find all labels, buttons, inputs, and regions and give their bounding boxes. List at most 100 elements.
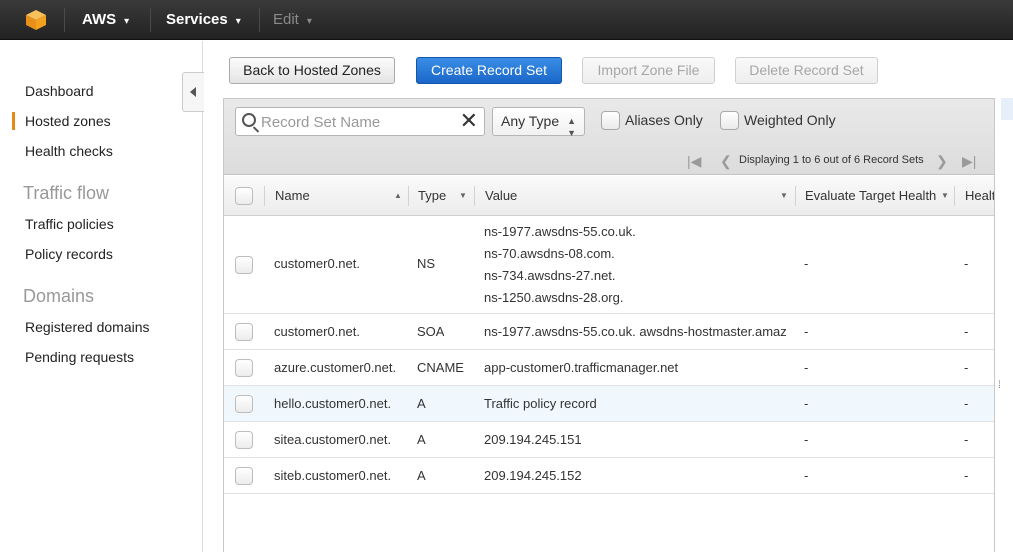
detail-panel-tab[interactable] — [1001, 98, 1013, 120]
record-name: siteb.customer0.net. — [274, 468, 392, 483]
record-name: azure.customer0.net. — [274, 360, 397, 375]
record-value: 209.194.245.151 — [484, 432, 582, 447]
column-divider — [795, 186, 796, 206]
search-input[interactable] — [261, 112, 451, 132]
table-row[interactable]: hello.customer0.net. A Traffic policy re… — [224, 386, 994, 422]
delete-record-set-button[interactable]: Delete Record Set — [735, 57, 878, 84]
health-check: - — [964, 256, 969, 271]
top-navigation-bar: AWS ▾ Services ▾ Edit ▾ — [0, 0, 1013, 40]
next-page-icon[interactable]: ❯ — [936, 152, 948, 170]
column-header-value[interactable]: Value — [485, 176, 517, 216]
select-all-checkbox[interactable] — [235, 187, 253, 205]
weighted-only-checkbox[interactable]: Weighted Only — [720, 111, 845, 133]
column-header-evaluate-target-health[interactable]: Evaluate Target Health — [805, 176, 936, 216]
aliases-only-checkbox[interactable]: Aliases Only — [601, 111, 711, 133]
health-check: - — [964, 396, 969, 411]
row-checkbox[interactable] — [235, 395, 253, 413]
sidebar-item-health-checks[interactable]: Health checks — [25, 143, 113, 159]
record-type: A — [417, 432, 426, 447]
import-zone-file-button[interactable]: Import Zone File — [582, 57, 715, 84]
sidebar-item-dashboard[interactable]: Dashboard — [25, 83, 94, 99]
edit-menu-label: Edit — [273, 11, 299, 28]
evaluate-target-health: - — [804, 324, 809, 339]
record-name: customer0.net. — [274, 324, 360, 339]
health-check: - — [964, 432, 969, 447]
column-header-name[interactable]: Name — [275, 176, 310, 216]
chevron-down-icon: ▾ — [124, 16, 130, 27]
column-divider — [954, 186, 955, 206]
collapse-left-icon — [190, 87, 196, 97]
back-to-hosted-zones-button[interactable]: Back to Hosted Zones — [229, 57, 395, 84]
record-name: hello.customer0.net. — [274, 396, 392, 411]
nav-divider — [150, 8, 151, 32]
record-value: app-customer0.trafficmanager.net — [484, 360, 679, 375]
column-header-health[interactable]: Healt — [965, 176, 994, 216]
record-value: Traffic policy record — [484, 396, 597, 411]
updown-arrows-icon: ▲ ▼ — [567, 116, 576, 138]
edit-menu[interactable]: Edit ▾ — [273, 0, 312, 40]
sidebar: Dashboard Hosted zones Health checks Tra… — [0, 41, 203, 552]
value-line: ns-70.awsdns-08.com. — [484, 246, 615, 261]
table-row[interactable]: azure.customer0.net. CNAME app-customer0… — [224, 350, 994, 386]
nav-divider — [259, 8, 260, 32]
checkbox-box[interactable] — [720, 111, 739, 130]
health-check: - — [964, 468, 969, 483]
column-menu-icon[interactable]: ▼ — [459, 192, 467, 200]
record-type: A — [417, 468, 426, 483]
record-type: CNAME — [417, 360, 464, 375]
active-indicator — [12, 112, 15, 130]
record-name: customer0.net. — [274, 256, 360, 271]
aws-menu[interactable]: AWS ▾ — [82, 0, 129, 40]
table-row[interactable]: customer0.net. NS ns-1977.awsdns-55.co.u… — [224, 217, 994, 314]
record-sets-grid: ✕ Any Type ▲▼ Aliases Only Weighted Only… — [223, 98, 995, 552]
table-row[interactable]: customer0.net. SOA ns-1977.awsdns-55.co.… — [224, 314, 994, 350]
sidebar-item-policy-records[interactable]: Policy records — [25, 246, 113, 262]
create-record-set-button[interactable]: Create Record Set — [416, 57, 562, 84]
type-filter-select[interactable]: Any Type ▲ ▼ — [492, 107, 585, 138]
column-divider — [408, 186, 409, 206]
sidebar-item-hosted-zones[interactable]: Hosted zones — [25, 113, 111, 129]
health-check: - — [964, 360, 969, 375]
sidebar-item-traffic-policies[interactable]: Traffic policies — [25, 216, 114, 232]
record-value: ns-1977.awsdns-55.co.uk. ns-70.awsdns-08… — [484, 221, 786, 309]
sidebar-item-registered-domains[interactable]: Registered domains — [25, 319, 150, 335]
sidebar-collapse-button[interactable] — [182, 72, 204, 112]
sidebar-item-pending-requests[interactable]: Pending requests — [25, 349, 134, 365]
table-header: Name ▲ Type ▼ Value ▼ Evaluate Target He… — [224, 176, 994, 216]
column-menu-icon[interactable]: ▼ — [780, 192, 788, 200]
column-header-type[interactable]: Type — [418, 176, 446, 216]
table-row[interactable]: sitea.customer0.net. A 209.194.245.151 -… — [224, 422, 994, 458]
sidebar-heading-traffic-flow: Traffic flow — [23, 183, 110, 203]
record-value: ns-1977.awsdns-55.co.uk. awsdns-hostmast… — [484, 324, 786, 339]
row-checkbox[interactable] — [235, 359, 253, 377]
clear-search-icon[interactable]: ✕ — [460, 109, 478, 133]
value-line: ns-734.awsdns-27.net. — [484, 268, 616, 283]
search-box[interactable]: ✕ — [235, 107, 485, 136]
row-checkbox[interactable] — [235, 323, 253, 341]
type-filter-value: Any Type — [501, 113, 560, 129]
services-menu[interactable]: Services ▾ — [166, 0, 241, 40]
previous-page-icon[interactable]: ❮ — [720, 152, 732, 170]
resize-grip-icon[interactable]: ⁞ — [998, 380, 1001, 391]
row-checkbox[interactable] — [235, 431, 253, 449]
first-page-icon[interactable]: |◀ — [687, 152, 701, 170]
row-checkbox[interactable] — [235, 256, 253, 274]
column-divider — [264, 186, 265, 206]
sort-ascending-icon[interactable]: ▲ — [394, 192, 402, 200]
record-type: A — [417, 396, 426, 411]
filter-bar: ✕ Any Type ▲▼ Aliases Only Weighted Only… — [224, 99, 994, 175]
chevron-down-icon: ▾ — [235, 16, 241, 27]
checkbox-box[interactable] — [601, 111, 620, 130]
record-type: NS — [417, 256, 436, 271]
column-divider — [474, 186, 475, 206]
pager: |◀ ❮ Displaying 1 to 6 out of 6 Record S… — [687, 152, 987, 170]
aws-cube-icon[interactable] — [24, 8, 48, 32]
table-row[interactable]: siteb.customer0.net. A 209.194.245.152 -… — [224, 458, 994, 494]
row-checkbox[interactable] — [235, 467, 253, 485]
aliases-only-label: Aliases Only — [625, 112, 703, 128]
last-page-icon[interactable]: ▶| — [962, 152, 976, 170]
detail-panel-splitter[interactable]: ⁞ — [996, 98, 1013, 552]
record-name: sitea.customer0.net. — [274, 432, 392, 447]
chevron-down-icon: ▾ — [306, 16, 312, 27]
column-menu-icon[interactable]: ▼ — [941, 192, 949, 200]
